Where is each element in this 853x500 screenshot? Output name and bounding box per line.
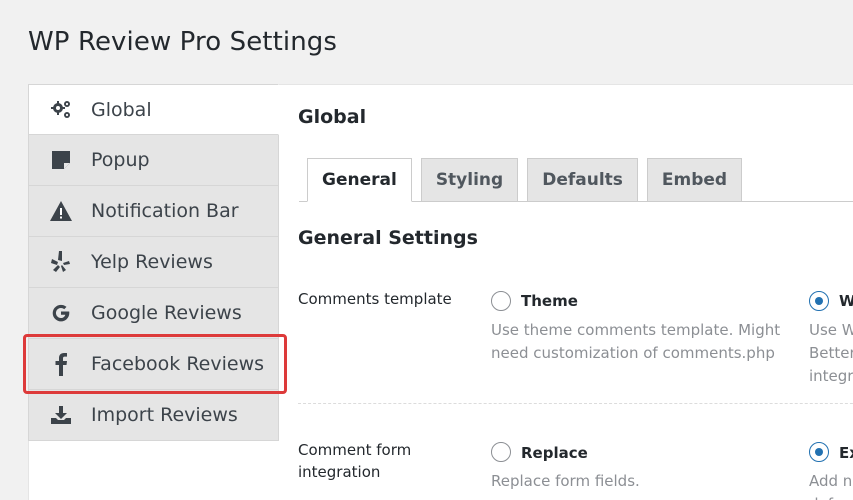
radio-extend[interactable] <box>809 442 829 462</box>
sticky-note-icon <box>49 148 73 172</box>
radio-theme[interactable] <box>491 291 511 311</box>
sidebar-item-facebook-reviews[interactable]: Facebook Reviews <box>28 339 279 390</box>
comment-form-integration-label-line1: Comment form <box>298 441 412 459</box>
row-divider <box>298 403 853 404</box>
option-desc-wp-review-line3: integr <box>809 367 853 385</box>
tab-defaults[interactable]: Defaults <box>527 158 638 202</box>
general-settings-heading: General Settings <box>298 227 478 249</box>
tab-general[interactable]: General <box>307 158 412 202</box>
option-desc-extend-line2: defa <box>809 493 842 500</box>
option-label-wp-review: W <box>839 292 853 310</box>
sidebar-item-google-reviews[interactable]: Google Reviews <box>28 288 279 339</box>
option-label-replace: Replace <box>521 444 588 462</box>
settings-sidebar: Global Popup Notification Bar Yelp Revie… <box>28 84 279 441</box>
sidebar-item-import-reviews[interactable]: Import Reviews <box>28 390 279 441</box>
option-label-theme: Theme <box>521 292 578 310</box>
gears-icon <box>49 98 73 122</box>
google-icon <box>49 301 73 325</box>
settings-content: Global General Styling Defaults Embed Ge… <box>298 85 853 500</box>
radio-wp-review[interactable] <box>809 291 829 311</box>
sidebar-item-label: Popup <box>91 149 150 171</box>
sidebar-item-label: Import Reviews <box>91 404 238 426</box>
settings-tabs: General Styling Defaults Embed <box>307 158 751 202</box>
option-desc-theme-line2: need customization of comments.php <box>491 344 775 362</box>
warning-icon <box>49 199 73 223</box>
facebook-icon <box>49 352 73 376</box>
radio-replace[interactable] <box>491 442 511 462</box>
sidebar-item-global[interactable]: Global <box>28 84 279 135</box>
option-desc-extend-line1: Add n <box>809 472 853 490</box>
sidebar-item-yelp-reviews[interactable]: Yelp Reviews <box>28 237 279 288</box>
sidebar-item-popup[interactable]: Popup <box>28 135 279 186</box>
option-desc-replace: Replace form fields. <box>491 472 640 490</box>
section-title: Global <box>298 106 367 128</box>
sidebar-item-label: Yelp Reviews <box>91 251 213 273</box>
sidebar-item-label: Notification Bar <box>91 200 239 222</box>
option-desc-wp-review-line1: Use W <box>809 321 853 339</box>
option-desc-wp-review-line2: Better <box>809 344 853 362</box>
tab-embed[interactable]: Embed <box>646 158 743 202</box>
comments-template-label: Comments template <box>298 290 452 308</box>
sidebar-item-label: Facebook Reviews <box>91 353 265 375</box>
option-label-extend: Ex <box>839 444 853 462</box>
page-title: WP Review Pro Settings <box>28 27 338 57</box>
settings-panel: Global Popup Notification Bar Yelp Revie… <box>28 84 853 500</box>
sidebar-item-label: Google Reviews <box>91 302 242 324</box>
sidebar-item-label: Global <box>91 98 152 121</box>
download-icon <box>49 403 73 427</box>
option-desc-theme-line1: Use theme comments template. Might <box>491 321 781 339</box>
yelp-icon <box>49 250 73 274</box>
tab-styling[interactable]: Styling <box>420 158 519 202</box>
comment-form-integration-label-line2: integration <box>298 463 381 481</box>
sidebar-item-notification-bar[interactable]: Notification Bar <box>28 186 279 237</box>
